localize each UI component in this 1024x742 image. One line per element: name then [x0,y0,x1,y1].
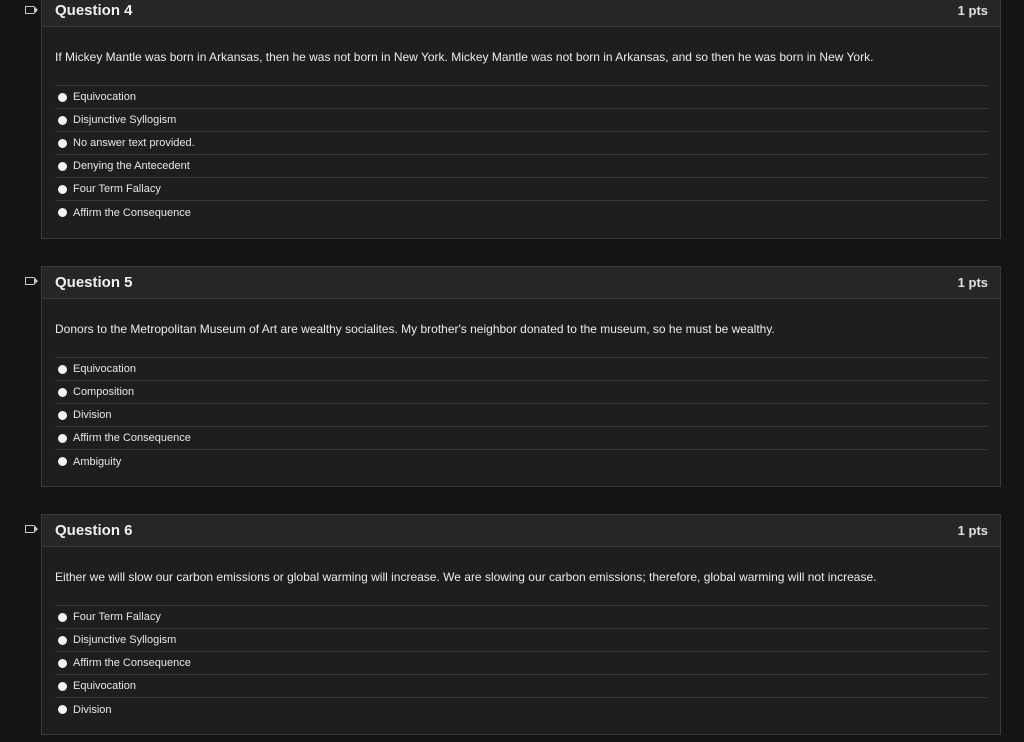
flag-question-5-icon[interactable] [25,277,38,285]
answer-label: Ambiguity [73,455,122,468]
question-4-header: Question 4 1 pts [42,0,1000,27]
radio-icon[interactable] [58,138,67,148]
answer-option[interactable]: Affirm the Consequence [55,652,988,675]
radio-icon[interactable] [58,612,67,622]
question-title: Question 6 [55,522,133,539]
answer-label: Disjunctive Syllogism [73,634,177,646]
radio-icon[interactable] [58,208,67,217]
question-points: 1 pts [957,3,988,18]
answer-option[interactable]: Four Term Fallacy [55,606,988,629]
flag-question-4-icon[interactable] [25,6,38,14]
answer-label: Equivocation [73,363,136,375]
answer-label: Affirm the Consequence [73,432,191,444]
question-text: Donors to the Metropolitan Museum of Art… [55,322,775,336]
question-text: Either we will slow our carbon emissions… [55,570,877,584]
question-text: If Mickey Mantle was born in Arkansas, t… [55,50,874,64]
answer-label: Division [73,409,112,421]
answer-label: Division [73,703,112,716]
quiz-page: Question 4 1 pts If Mickey Mantle was bo… [0,0,1024,742]
radio-icon[interactable] [58,92,67,102]
answer-label: Four Term Fallacy [73,183,161,195]
question-6-card: Question 6 1 pts Either we will slow our… [41,514,1001,735]
answer-option[interactable]: Four Term Fallacy [55,178,988,201]
radio-icon[interactable] [58,705,67,714]
radio-icon[interactable] [58,635,67,645]
answer-option[interactable]: No answer text provided. [55,132,988,155]
question-5-header: Question 5 1 pts [42,267,1000,299]
radio-icon[interactable] [58,387,67,397]
answer-option[interactable]: Equivocation [55,675,988,698]
flag-question-6-icon[interactable] [25,525,38,533]
answer-option[interactable]: Equivocation [55,358,988,381]
radio-icon[interactable] [58,433,67,443]
answer-label: Four Term Fallacy [73,611,161,623]
answer-option[interactable]: Disjunctive Syllogism [55,109,988,132]
radio-icon[interactable] [58,364,67,374]
answer-option[interactable]: Division [55,698,988,721]
answer-label: Affirm the Consequence [73,657,191,669]
radio-icon[interactable] [58,658,67,668]
radio-icon[interactable] [58,681,67,691]
question-title: Question 5 [55,274,133,291]
answer-option[interactable]: Disjunctive Syllogism [55,629,988,652]
radio-icon[interactable] [58,457,67,466]
answer-label: Affirm the Consequence [73,206,191,219]
radio-icon[interactable] [58,410,67,420]
question-points: 1 pts [957,523,988,538]
answer-option[interactable]: Composition [55,381,988,404]
answer-option[interactable]: Division [55,404,988,427]
radio-icon[interactable] [58,184,67,194]
answer-option[interactable]: Affirm the Consequence [55,427,988,450]
answer-option[interactable]: Denying the Antecedent [55,155,988,178]
answer-list: Equivocation Composition Division Affirm… [55,357,988,473]
answer-label: Denying the Antecedent [73,160,190,172]
radio-icon[interactable] [58,115,67,125]
answer-list: Equivocation Disjunctive Syllogism No an… [55,85,988,224]
answer-label: Equivocation [73,680,136,692]
question-6-header: Question 6 1 pts [42,515,1000,547]
radio-icon[interactable] [58,161,67,171]
question-5-card: Question 5 1 pts Donors to the Metropoli… [41,266,1001,487]
answer-label: Disjunctive Syllogism [73,114,177,126]
answer-list: Four Term Fallacy Disjunctive Syllogism … [55,605,988,721]
answer-label: Equivocation [73,91,136,103]
answer-option[interactable]: Equivocation [55,86,988,109]
question-4-card: Question 4 1 pts If Mickey Mantle was bo… [41,0,1001,239]
answer-option[interactable]: Ambiguity [55,450,988,473]
question-points: 1 pts [957,275,988,290]
question-title: Question 4 [55,2,133,19]
answer-label: No answer text provided. [73,137,195,149]
answer-label: Composition [73,386,135,398]
answer-option[interactable]: Affirm the Consequence [55,201,988,224]
